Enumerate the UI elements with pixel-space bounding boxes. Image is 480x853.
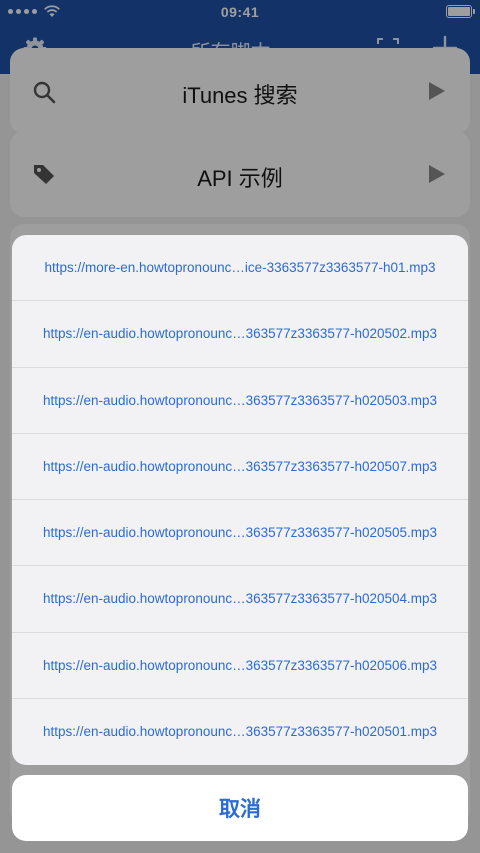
action-sheet-item[interactable]: https://en-audio.howtopronounc…363577z33… (12, 434, 468, 500)
action-sheet-item[interactable]: https://more-en.howtopronounc…ice-336357… (12, 235, 468, 302)
action-sheet-item[interactable]: https://en-audio.howtopronounc…363577z33… (12, 368, 468, 434)
action-sheet-item[interactable]: https://en-audio.howtopronounc…363577z33… (12, 500, 468, 567)
action-sheet-item[interactable]: https://en-audio.howtopronounc…363577z33… (12, 566, 468, 633)
cancel-button[interactable]: 取消 (12, 775, 468, 841)
action-sheet: https://more-en.howtopronounc…ice-336357… (12, 235, 468, 765)
action-sheet-item[interactable]: https://en-audio.howtopronounc…363577z33… (12, 301, 468, 368)
action-sheet-item[interactable]: https://en-audio.howtopronounc…363577z33… (12, 699, 468, 765)
action-sheet-item[interactable]: https://en-audio.howtopronounc…363577z33… (12, 633, 468, 699)
